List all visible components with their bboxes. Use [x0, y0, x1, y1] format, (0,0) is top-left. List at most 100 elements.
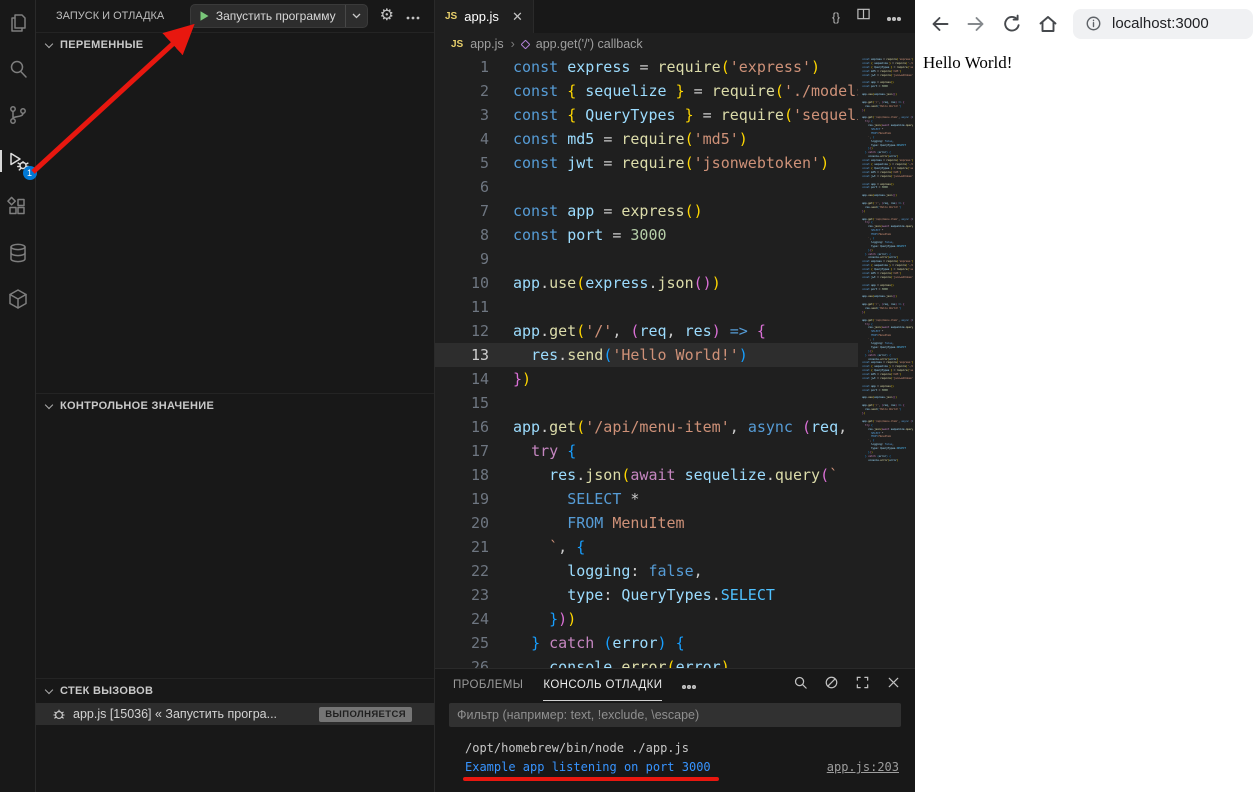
bottom-panel: ПРОБЛЕМЫ КОНСОЛЬ ОТЛАДКИ /opt/homebrew/b…	[435, 668, 915, 792]
line-number: 11	[435, 295, 489, 319]
console-filter-input[interactable]	[449, 703, 901, 727]
page-text: Hello World!	[923, 53, 1012, 72]
code-text	[489, 175, 513, 199]
code-line[interactable]: 2const { sequelize } = require('./models…	[435, 79, 858, 103]
search-icon[interactable]	[5, 56, 31, 82]
code-line[interactable]: 18 res.json(await sequelize.query(`	[435, 463, 858, 487]
home-icon[interactable]	[1031, 7, 1065, 41]
line-number: 18	[435, 463, 489, 487]
code-line[interactable]: 7const app = express()	[435, 199, 858, 223]
line-number: 1	[435, 55, 489, 79]
sidebar-more-icon[interactable]	[406, 7, 420, 25]
tab-problems[interactable]: ПРОБЛЕМЫ	[453, 669, 523, 701]
code-line[interactable]: 19 SELECT *	[435, 487, 858, 511]
callstack-session-label: app.js [15036] « Запустить програ...	[73, 707, 277, 721]
variables-section-header[interactable]: ПЕРЕМЕННЫЕ	[36, 33, 434, 57]
minimap[interactable]: const express = require('express')const …	[858, 55, 915, 668]
code-line[interactable]: 17 try {	[435, 439, 858, 463]
code-line[interactable]: 14})	[435, 367, 858, 391]
code-line[interactable]: 11	[435, 295, 858, 319]
package-icon[interactable]	[5, 286, 31, 312]
code-line[interactable]: 9	[435, 247, 858, 271]
code-text	[489, 247, 513, 271]
editor-tab-bar: JS app.js ✕ {}	[435, 0, 915, 33]
maximize-panel-icon[interactable]	[855, 675, 870, 695]
code-line[interactable]: 6	[435, 175, 858, 199]
split-editor-icon[interactable]	[856, 7, 871, 26]
code-text: try {	[489, 439, 576, 463]
braces-icon[interactable]: {}	[832, 10, 840, 24]
code-line[interactable]: 10app.use(express.json())	[435, 271, 858, 295]
back-icon[interactable]	[923, 7, 957, 41]
editor-actions: {}	[832, 0, 915, 33]
code-line[interactable]: 25 } catch (error) {	[435, 631, 858, 655]
debug-settings-gear-icon[interactable]: ⚙	[380, 8, 394, 24]
code-line[interactable]: 3const { QueryTypes } = require('sequeli…	[435, 103, 858, 127]
js-file-icon: JS	[445, 11, 457, 22]
editor-more-icon[interactable]	[887, 8, 901, 26]
code-line[interactable]: 8const port = 3000	[435, 223, 858, 247]
code-line[interactable]: 13 res.send('Hello World!')	[435, 343, 858, 367]
callstack-section-title: СТЕК ВЫЗОВОВ	[60, 685, 153, 697]
source-location-link[interactable]: app.js:203	[827, 758, 899, 777]
watch-section-header[interactable]: КОНТРОЛЬНОЕ ЗНАЧЕНИЕ	[36, 394, 434, 418]
vscode-window: 1 ЗАПУСК И ОТЛАДКА Запустить программу	[0, 0, 1253, 792]
run-config-label[interactable]: Запустить программу	[216, 9, 336, 23]
refresh-icon[interactable]	[995, 7, 1029, 41]
breadcrumb-symbol[interactable]: app.get('/') callback	[536, 37, 643, 51]
tab-close-icon[interactable]: ✕	[512, 9, 523, 25]
filter-row	[435, 701, 915, 727]
site-info-icon[interactable]	[1085, 15, 1102, 32]
code-line[interactable]: 15	[435, 391, 858, 415]
activity-bar: 1	[0, 0, 36, 792]
forward-icon[interactable]	[959, 7, 993, 41]
line-number: 17	[435, 439, 489, 463]
browser-window: localhost:3000 Hello World!	[915, 0, 1253, 792]
code-text: app.get('/', (req, res) => {	[489, 319, 766, 343]
code-line[interactable]: 4const md5 = require('md5')	[435, 127, 858, 151]
close-panel-icon[interactable]	[886, 675, 901, 695]
code-line[interactable]: 21 `, {	[435, 535, 858, 559]
code-line[interactable]: 12app.get('/', (req, res) => {	[435, 319, 858, 343]
panel-search-icon[interactable]	[793, 675, 808, 695]
debug-sidebar: ЗАПУСК И ОТЛАДКА Запустить программу ⚙ П…	[36, 0, 435, 792]
code-text: logging: false,	[489, 559, 703, 583]
start-debug-icon[interactable]	[198, 10, 210, 22]
variables-section-title: ПЕРЕМЕННЫЕ	[60, 39, 143, 51]
browser-page: Hello World!	[915, 47, 1253, 792]
address-bar[interactable]: localhost:3000	[1073, 9, 1253, 39]
callstack-session-row[interactable]: app.js [15036] « Запустить програ... ВЫП…	[36, 703, 434, 725]
breadcrumb-file[interactable]: app.js	[470, 37, 503, 51]
code-line[interactable]: 1const express = require('express')	[435, 55, 858, 79]
editor-group: JS app.js ✕ {} JS app.js › app.get('/') …	[435, 0, 915, 792]
annotation-underline	[463, 777, 719, 781]
code-line[interactable]: 22 logging: false,	[435, 559, 858, 583]
breadcrumb: JS app.js › app.get('/') callback	[435, 33, 915, 55]
code-line[interactable]: 24 }))	[435, 607, 858, 631]
source-control-icon[interactable]	[5, 102, 31, 128]
line-number: 20	[435, 511, 489, 535]
panel-tabs-more-icon[interactable]	[682, 676, 696, 694]
panel-actions	[793, 675, 901, 695]
code-text: SELECT *	[489, 487, 639, 511]
tab-appjs[interactable]: JS app.js ✕	[435, 0, 534, 33]
explorer-icon[interactable]	[5, 10, 31, 36]
callstack-section-header[interactable]: СТЕК ВЫЗОВОВ	[36, 679, 434, 703]
database-icon[interactable]	[5, 240, 31, 266]
clear-console-icon[interactable]	[824, 675, 839, 695]
code-line[interactable]: 5const jwt = require('jsonwebtoken')	[435, 151, 858, 175]
run-and-debug-icon[interactable]: 1	[5, 148, 31, 174]
tab-label: app.js	[464, 9, 499, 24]
callstack-section: СТЕК ВЫЗОВОВ app.js [15036] « Запустить …	[36, 678, 434, 792]
url-text[interactable]: localhost:3000	[1112, 15, 1209, 32]
code-line[interactable]: 16app.get('/api/menu-item', async (req, …	[435, 415, 858, 439]
code-line[interactable]: 23 type: QueryTypes.SELECT	[435, 583, 858, 607]
line-number: 14	[435, 367, 489, 391]
run-config-chevron-icon[interactable]	[345, 5, 367, 27]
code-line[interactable]: 26 console.error(error)	[435, 655, 858, 668]
code-line[interactable]: 20 FROM MenuItem	[435, 511, 858, 535]
tab-debug-console[interactable]: КОНСОЛЬ ОТЛАДКИ	[543, 669, 662, 701]
run-config-picker[interactable]: Запустить программу	[190, 4, 368, 28]
extensions-icon[interactable]	[5, 194, 31, 220]
debug-console-output: /opt/homebrew/bin/node ./app.js Example …	[435, 727, 915, 777]
